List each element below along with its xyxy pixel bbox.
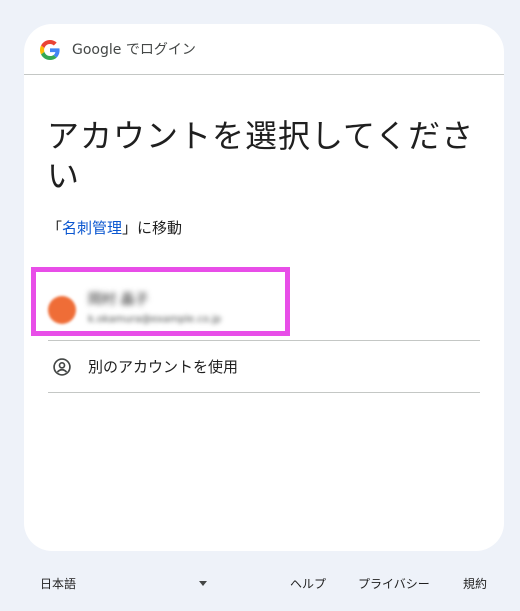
account-email: k.okamura@example.co.jp xyxy=(88,314,222,325)
avatar xyxy=(48,296,76,324)
account-circle-icon xyxy=(53,358,71,376)
help-link[interactable]: ヘルプ xyxy=(290,575,326,592)
subtitle-prefix: 「 xyxy=(47,219,63,237)
card-header: Google でログイン xyxy=(24,24,504,75)
app-name-link[interactable]: 名刺管理 xyxy=(62,219,122,237)
google-logo-icon xyxy=(40,40,60,60)
account-item[interactable]: 岡村 晶子 k.okamura@example.co.jp xyxy=(48,286,480,340)
page-title: アカウントを選択してください xyxy=(47,117,475,195)
language-select[interactable]: 日本語 xyxy=(40,575,210,593)
privacy-link[interactable]: プライバシー xyxy=(358,575,430,592)
terms-link[interactable]: 規約 xyxy=(463,575,487,592)
subtitle: 「名刺管理」に移動 xyxy=(47,218,182,238)
divider xyxy=(48,392,480,393)
footer: 日本語 ヘルプ プライバシー 規約 xyxy=(0,571,520,595)
chevron-down-icon xyxy=(199,581,207,586)
header-title: Google でログイン xyxy=(72,42,196,58)
language-label: 日本語 xyxy=(40,577,77,591)
use-another-account-button[interactable]: 別のアカウントを使用 xyxy=(48,341,480,392)
sign-in-card: Google でログイン アカウントを選択してください 「名刺管理」に移動 岡村… xyxy=(24,24,504,551)
use-another-account-label: 別のアカウントを使用 xyxy=(88,358,239,376)
subtitle-suffix: 」に移動 xyxy=(122,219,183,237)
account-name: 岡村 晶子 xyxy=(88,292,149,308)
